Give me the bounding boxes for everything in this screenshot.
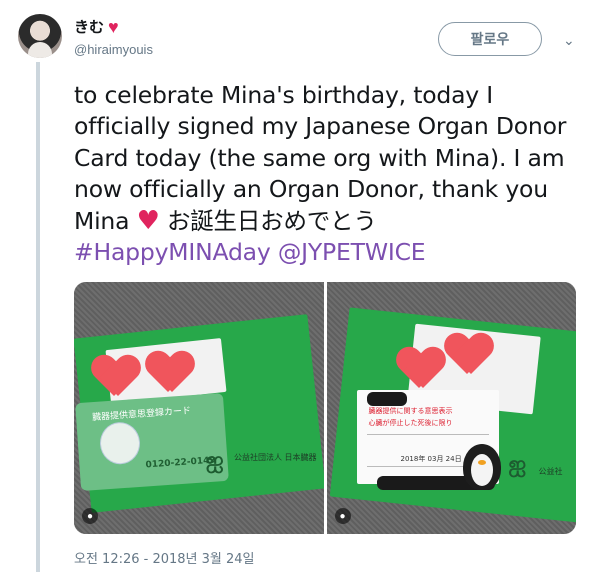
display-name[interactable]: きむ — [74, 16, 104, 37]
alt-text-icon[interactable]: ● — [82, 508, 98, 524]
photo-1[interactable]: 臓器提供意思登録カード 0120-22-0149 ஐ 公益社団法人 日本臓器 ● — [74, 282, 324, 534]
name-row[interactable]: きむ ♥ — [74, 16, 119, 37]
org-name: 公益社 — [538, 467, 563, 476]
media-grid: 臓器提供意思登録カード 0120-22-0149 ஐ 公益社団法人 日本臓器 ●… — [74, 282, 576, 534]
date-text: 2018年 03月 24日 — [400, 455, 462, 463]
penguin-sticker — [462, 444, 501, 490]
donor-card: 臓器提供意思登録カード 0120-22-0149 — [75, 392, 229, 492]
heart-sticker — [92, 356, 140, 402]
tweet-text: to celebrate Mina's birthday, today I of… — [74, 80, 574, 268]
tweet-text-part2: お誕生日おめでとう — [159, 206, 377, 235]
timestamp[interactable]: 오전 12:26 - 2018년 3월 24일 — [74, 548, 255, 567]
org-logo-icon: ஐ — [206, 448, 224, 473]
thread-line — [36, 62, 40, 572]
chevron-down-icon[interactable]: ⌄ — [563, 32, 575, 49]
avatar[interactable] — [18, 14, 62, 58]
card-back-text: 心臓が停止した死後に限り — [368, 419, 453, 427]
heart-sticker — [397, 348, 445, 394]
redaction-bar — [366, 392, 407, 406]
hashtag-link[interactable]: #HappyMINAday — [74, 238, 271, 266]
mention-link[interactable]: @JYPETWICE — [278, 238, 426, 266]
user-handle[interactable]: @hiraimyouis — [74, 42, 153, 57]
red-heart-icon: ♥ — [136, 205, 160, 236]
alt-text-icon[interactable]: ● — [334, 508, 351, 524]
heart-sticker — [445, 334, 493, 380]
photo-2[interactable]: 臓器提供に関する意思表示 心臓が停止した死後に限り 2018年 03月 24日 … — [326, 282, 576, 534]
follow-button[interactable]: 팔로우 — [438, 22, 542, 56]
card-back-text: 臓器提供に関する意思表示 — [368, 407, 453, 415]
heart-emoji-icon: ♥ — [108, 16, 119, 37]
divider — [366, 434, 489, 435]
angel-icon — [98, 420, 142, 466]
org-logo-icon: ஐ — [508, 452, 527, 477]
card-title: 臓器提供意思登録カード — [91, 406, 192, 424]
tweet-header: きむ ♥ @hiraimyouis 팔로우 ⌄ — [18, 14, 578, 64]
org-name: 公益社団法人 日本臓器 — [234, 453, 317, 462]
heart-sticker — [146, 352, 194, 398]
